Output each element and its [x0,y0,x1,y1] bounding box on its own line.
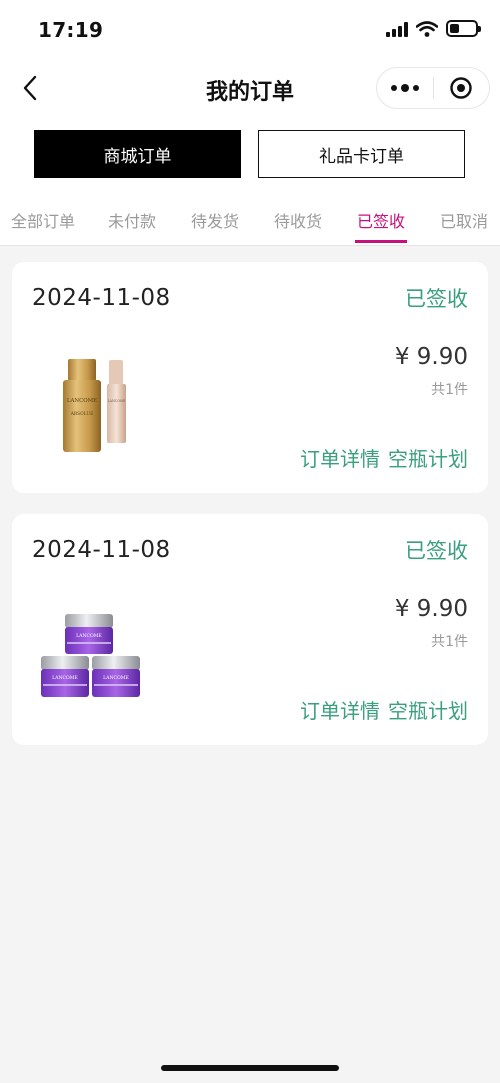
tab-to-receive[interactable]: 待收货 [274,208,322,232]
active-tab-indicator [355,240,407,243]
wifi-icon [416,20,438,37]
order-price: ¥ 9.90 [394,596,468,622]
battery-icon [446,20,481,37]
empty-bottle-plan-link[interactable]: 空瓶计划 [388,695,468,724]
svg-text:LANCOME: LANCOME [76,633,102,639]
product-image-serum[interactable]: LANCOME ABSOLUE LANCOME [36,350,146,460]
status-icons [386,20,481,37]
target-icon [450,77,472,99]
order-status: 已签收 [405,287,468,311]
order-actions: 订单详情 空瓶计划 [300,695,468,724]
status-time: 17:19 [38,18,104,42]
mini-program-capsule [376,67,490,109]
tab-to-ship[interactable]: 待发货 [191,208,239,232]
home-indicator [161,1065,339,1071]
order-card[interactable]: 2024-11-08 已签收 LANCOME LANCOME LANCOME ¥ [12,514,488,745]
empty-bottle-plan-link[interactable]: 空瓶计划 [388,443,468,472]
item-count: 共1件 [431,382,468,398]
order-price: ¥ 9.90 [394,344,468,370]
order-details-link[interactable]: 订单详情 [300,443,380,472]
svg-text:LANCOME: LANCOME [103,675,129,681]
svg-text:LANCOME: LANCOME [52,675,78,681]
svg-text:LANCOME: LANCOME [108,399,127,403]
order-status-tabs: 全部订单 未付款 待发货 待收货 已签收 已取消 [0,200,500,246]
order-date: 2024-11-08 [32,537,171,563]
order-date: 2024-11-08 [32,285,171,311]
svg-text:LANCOME: LANCOME [67,398,97,404]
mall-orders-button[interactable]: 商城订单 [34,130,241,178]
more-options-button[interactable] [377,67,433,109]
product-image-cream-jars[interactable]: LANCOME LANCOME LANCOME [36,606,146,716]
tab-unpaid[interactable]: 未付款 [108,208,156,232]
tab-received[interactable]: 已签收 [357,208,405,232]
order-actions: 订单详情 空瓶计划 [300,443,468,472]
order-details-link[interactable]: 订单详情 [300,695,380,724]
order-card[interactable]: 2024-11-08 已签收 LANCOME ABSOLUE LANCOME ¥… [12,262,488,493]
item-count: 共1件 [431,634,468,650]
order-status: 已签收 [405,539,468,563]
tab-cancelled[interactable]: 已取消 [440,208,488,232]
close-mini-program-button[interactable] [433,67,489,109]
svg-text:ABSOLUE: ABSOLUE [70,412,94,417]
gift-card-orders-button[interactable]: 礼品卡订单 [258,130,465,178]
tab-all-orders[interactable]: 全部订单 [11,208,75,232]
signal-icon [386,21,408,37]
more-dots-icon [390,85,397,91]
